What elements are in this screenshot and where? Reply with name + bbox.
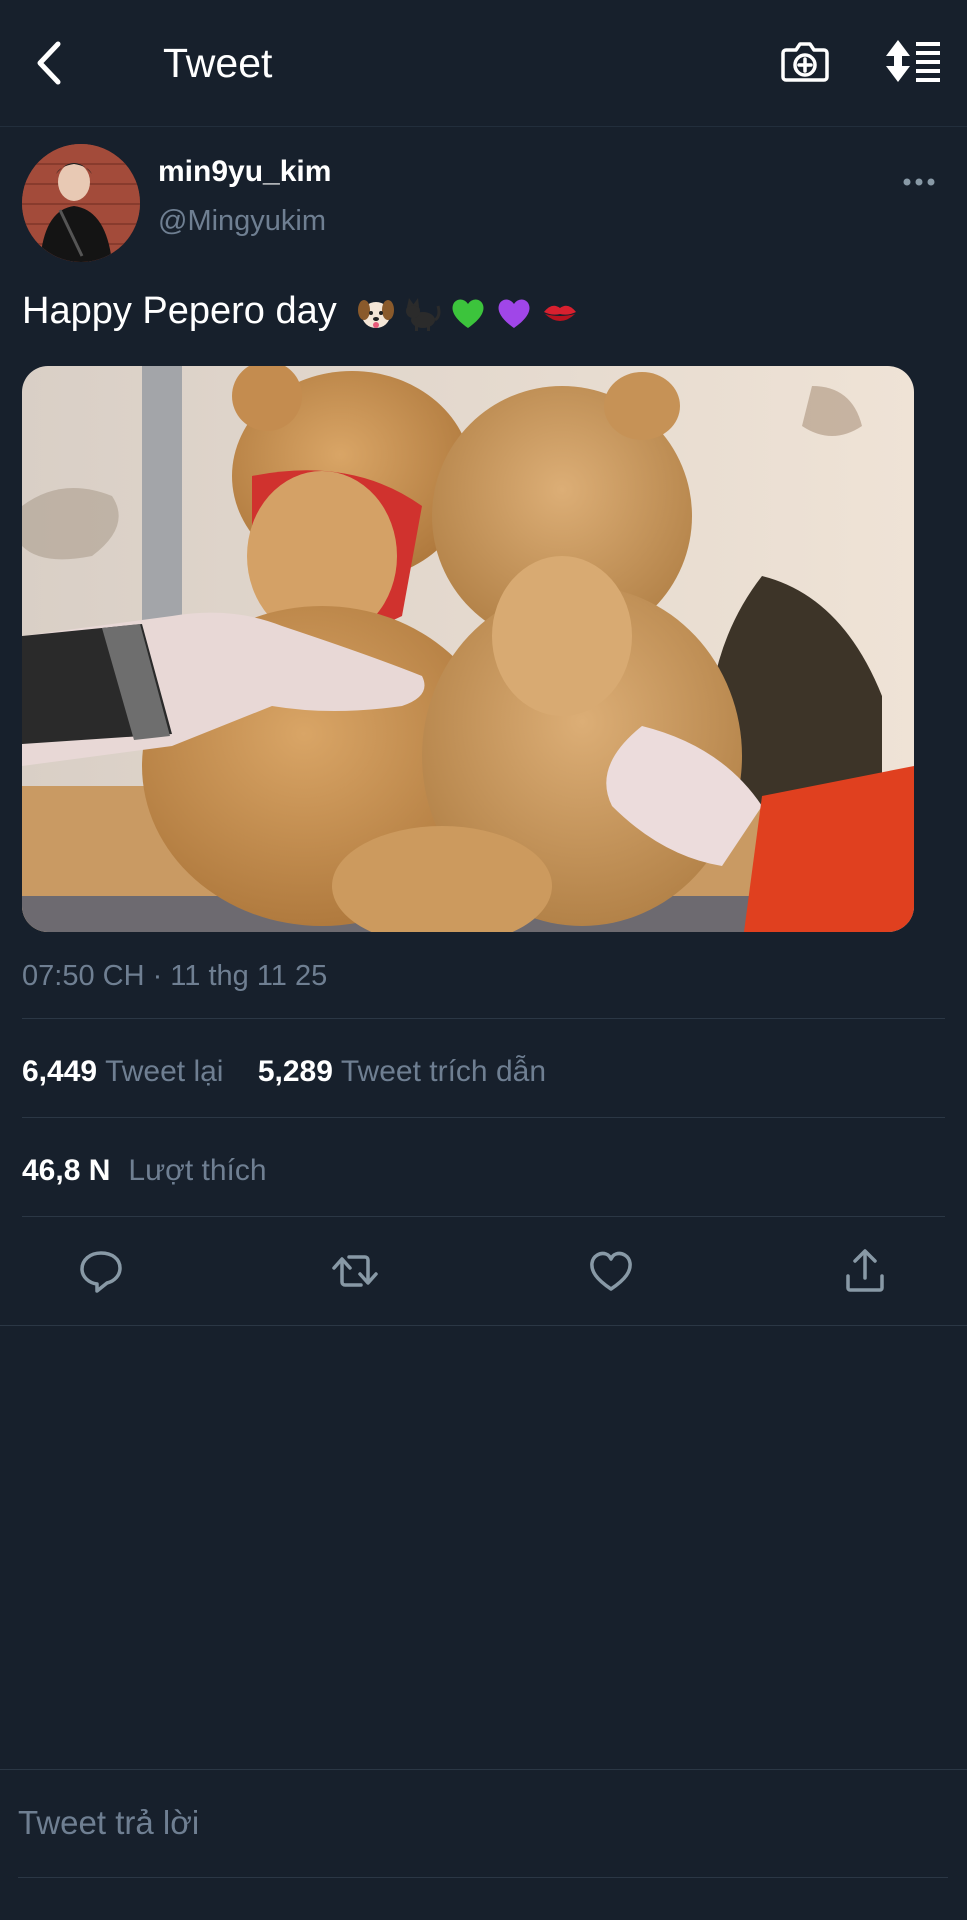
- camera-plus-icon: [781, 42, 829, 82]
- author-handle[interactable]: @Mingyukim: [158, 203, 326, 239]
- avatar-image: [22, 144, 140, 262]
- dog-face-icon: [358, 299, 395, 328]
- avatar[interactable]: [22, 144, 140, 262]
- divider: [22, 1216, 945, 1217]
- share-button[interactable]: [840, 1246, 890, 1296]
- reply-icon: [80, 1251, 122, 1293]
- share-icon: [846, 1249, 884, 1292]
- tweet-text: Happy Pepero day: [22, 286, 579, 336]
- tweet-timestamp: 07:50 CH · 11 thg 11 25: [22, 960, 328, 992]
- quotes-stat[interactable]: 5,289 Tweet trích dẫn: [258, 1055, 546, 1088]
- divider: [0, 1325, 967, 1326]
- tweet-emojis: [357, 294, 579, 332]
- chevron-left-icon: [37, 41, 61, 85]
- likes-stat[interactable]: 46,8 N Lượt thích: [22, 1154, 267, 1187]
- like-icon: [590, 1251, 632, 1291]
- reply-input-underline: [18, 1877, 948, 1878]
- retweets-stat[interactable]: 6,449 Tweet lại: [22, 1055, 232, 1088]
- tweet-detail-screen: Tweet min9yu_kim @Mingyukim Happy Pepero…: [0, 0, 967, 1920]
- quotes-label: Tweet trích dẫn: [340, 1055, 546, 1088]
- likes-count: 46,8 N: [22, 1154, 111, 1187]
- tweet-media-image[interactable]: [22, 366, 914, 932]
- green-heart-icon: [452, 299, 484, 328]
- teddy-bears-photo: [22, 366, 914, 932]
- divider: [0, 1769, 967, 1770]
- purple-heart-icon: [498, 299, 530, 328]
- reply-button[interactable]: [76, 1246, 126, 1296]
- retweet-stats-row: 6,449 Tweet lại 5,289 Tweet trích dẫn: [22, 1053, 546, 1091]
- kiss-mark-icon: [544, 305, 577, 321]
- tweet-text-content: Happy Pepero day: [22, 290, 337, 332]
- likes-label: Lượt thích: [128, 1154, 267, 1187]
- likes-stats-row: 46,8 N Lượt thích: [22, 1152, 267, 1190]
- top-bar: Tweet: [0, 0, 967, 127]
- more-horizontal-icon: [903, 178, 935, 186]
- black-cat-icon: [406, 297, 441, 331]
- camera-button[interactable]: [780, 36, 830, 86]
- retweet-icon: [332, 1255, 378, 1287]
- retweets-label: Tweet lại: [105, 1055, 224, 1088]
- divider: [22, 1117, 945, 1118]
- retweet-button[interactable]: [330, 1246, 380, 1296]
- divider: [22, 1018, 945, 1019]
- quotes-count: 5,289: [257, 1055, 333, 1088]
- like-button[interactable]: [586, 1246, 636, 1296]
- author-display-name[interactable]: min9yu_kim: [158, 154, 331, 190]
- page-title: Tweet: [163, 40, 273, 86]
- back-button[interactable]: [28, 34, 74, 92]
- reply-input[interactable]: [18, 1800, 948, 1846]
- retweets-count: 6,449: [22, 1055, 98, 1088]
- sort-button[interactable]: [884, 38, 942, 84]
- sort-list-icon: [886, 40, 940, 82]
- more-options-button[interactable]: [902, 170, 936, 194]
